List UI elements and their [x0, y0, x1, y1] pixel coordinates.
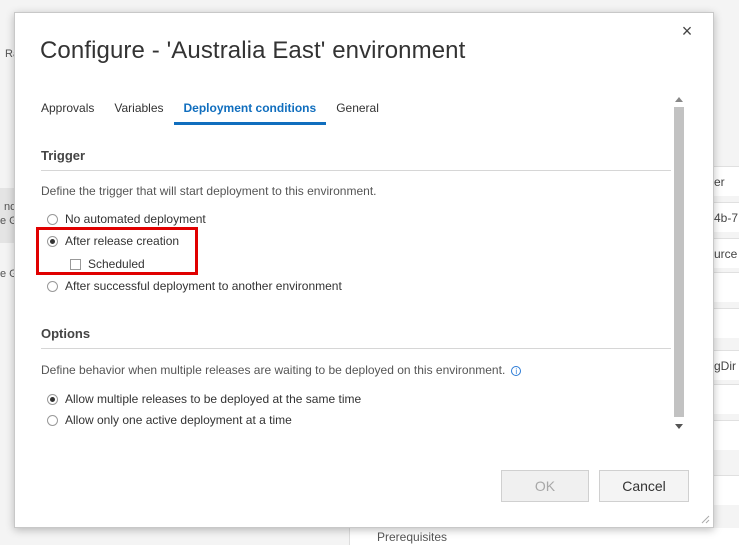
background-left-strip: Ra nd e G e G	[0, 0, 19, 545]
radio-option-one-active-deployment[interactable]: Allow only one active deployment at a ti…	[47, 413, 292, 427]
radio-option-allow-multiple-releases[interactable]: Allow multiple releases to be deployed a…	[47, 392, 361, 406]
dialog-title: Configure - 'Australia East' environment	[40, 37, 466, 64]
content-scrollbar[interactable]	[672, 93, 686, 433]
background-cell	[714, 384, 739, 414]
background-text: gDir	[714, 359, 737, 373]
background-text: er	[714, 175, 725, 189]
info-icon[interactable]: i	[511, 365, 522, 376]
resize-grip-icon[interactable]	[700, 514, 710, 524]
cancel-button[interactable]: Cancel	[599, 470, 689, 502]
options-description: Define behavior when multiple releases a…	[41, 363, 522, 377]
tab-deployment-conditions[interactable]: Deployment conditions	[173, 101, 327, 125]
radio-label: Allow only one active deployment at a ti…	[65, 413, 292, 427]
tab-bar: Approvals Variables Deployment condition…	[41, 101, 399, 125]
background-text: 4b-7	[714, 211, 739, 225]
radio-option-after-successful-deployment[interactable]: After successful deployment to another e…	[47, 279, 342, 293]
radio-label: No automated deployment	[65, 212, 206, 226]
background-cell: 4b-7	[714, 202, 739, 232]
radio-label: After successful deployment to another e…	[65, 279, 342, 293]
background-cell: urce	[714, 238, 739, 268]
tab-approvals[interactable]: Approvals	[41, 101, 94, 125]
radio-button[interactable]	[47, 393, 58, 405]
section-divider	[41, 170, 671, 171]
close-icon[interactable]: ×	[677, 21, 697, 41]
radio-button[interactable]	[47, 280, 58, 292]
background-text: urce	[714, 247, 738, 261]
background-cell	[714, 272, 739, 302]
trigger-description: Define the trigger that will start deplo…	[41, 184, 377, 198]
options-description-text: Define behavior when multiple releases a…	[41, 363, 506, 377]
background-cell	[714, 420, 739, 450]
background-cell	[714, 475, 739, 505]
background-prerequisites-label: Prerequisites	[377, 530, 448, 544]
ok-button[interactable]: OK	[501, 470, 589, 502]
scroll-up-arrow-icon[interactable]	[675, 97, 683, 102]
dialog-content: Trigger Define the trigger that will sta…	[41, 146, 671, 436]
background-bottom-panel: Prerequisites	[349, 528, 739, 545]
radio-option-no-automated-deployment[interactable]: No automated deployment	[47, 212, 206, 226]
radio-button[interactable]	[47, 213, 58, 225]
section-divider	[41, 348, 671, 349]
radio-button[interactable]	[47, 414, 58, 426]
background-cell: er	[714, 166, 739, 196]
tab-variables[interactable]: Variables	[114, 101, 163, 125]
background-cell: gDir	[714, 350, 739, 380]
scrollbar-thumb[interactable]	[674, 107, 684, 417]
trigger-section-title: Trigger	[41, 148, 86, 163]
background-cell	[714, 308, 739, 338]
options-section-title: Options	[41, 326, 91, 341]
radio-label: Allow multiple releases to be deployed a…	[65, 392, 362, 406]
background-right-strip: er 4b-7 urce gDir	[714, 0, 739, 545]
configure-dialog: × Configure - 'Australia East' environme…	[14, 12, 714, 528]
scroll-down-arrow-icon[interactable]	[675, 424, 683, 429]
tab-general[interactable]: General	[336, 101, 379, 125]
highlight-annotation-box	[36, 227, 198, 275]
